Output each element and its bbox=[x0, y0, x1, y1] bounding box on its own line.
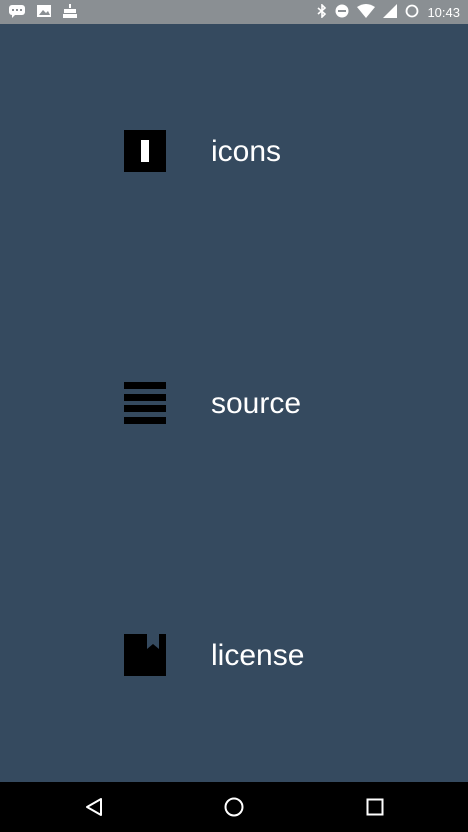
menu-item-source[interactable]: source bbox=[0, 276, 468, 528]
battery-icon bbox=[405, 3, 419, 22]
navigation-bar bbox=[0, 782, 468, 832]
main-content: icons source license bbox=[0, 24, 468, 782]
status-bar: 10:43 bbox=[0, 0, 468, 24]
image-icon bbox=[36, 3, 52, 22]
menu-lines-icon bbox=[124, 382, 166, 424]
bookmark-icon bbox=[124, 634, 166, 676]
signal-icon bbox=[383, 3, 398, 22]
bluetooth-icon bbox=[317, 2, 327, 22]
menu-label-icons: icons bbox=[211, 135, 282, 168]
recents-icon[interactable] bbox=[363, 795, 387, 819]
menu-item-license[interactable]: license bbox=[0, 528, 468, 780]
cake-icon bbox=[62, 3, 78, 22]
menu-item-icons[interactable]: icons bbox=[0, 24, 468, 276]
home-icon[interactable] bbox=[222, 795, 246, 819]
icon-set-icon bbox=[124, 130, 166, 172]
back-icon[interactable] bbox=[82, 795, 106, 819]
status-time: 10:43 bbox=[427, 4, 460, 20]
wifi-icon bbox=[357, 3, 376, 22]
menu-label-source: source bbox=[211, 387, 302, 420]
notification-icon bbox=[8, 3, 26, 22]
menu-label-license: license bbox=[211, 639, 305, 672]
do-not-disturb-icon bbox=[335, 3, 349, 22]
